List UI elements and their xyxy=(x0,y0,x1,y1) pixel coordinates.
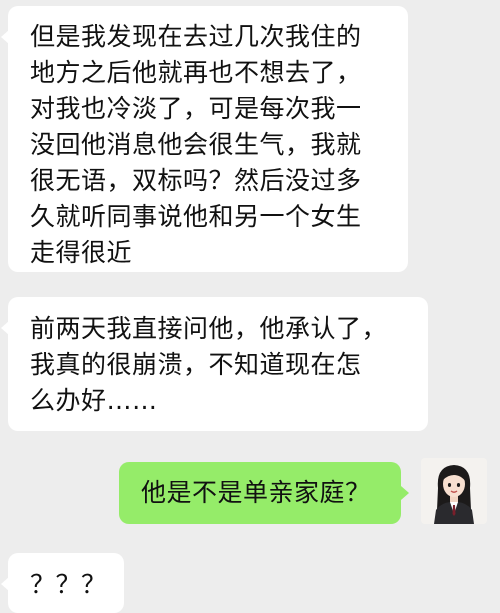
message-text-line: 地方之后他就再也不想去了， xyxy=(30,58,362,87)
message-text-line: 没回他消息他会很生气，我就 xyxy=(30,130,362,159)
message-bubble-received[interactable]: 但是我发现在去过几次我住的 地方之后他就再也不想去了， 对我也冷淡了，可是每次我… xyxy=(1,6,408,272)
message-text-line: 我真的很崩溃，不知道现在怎 xyxy=(30,350,362,379)
message-text-line: 他是不是单亲家庭？ xyxy=(141,478,371,507)
message-text-line: 么办好…… xyxy=(30,386,158,415)
woman-avatar-icon[interactable] xyxy=(421,458,487,524)
avatar-illustration xyxy=(421,458,487,524)
message-text-line: 久就听同事说他和另一个女生 xyxy=(30,202,362,231)
message-bubble-received[interactable]: 前两天我直接问他，他承认了， 我真的很崩溃，不知道现在怎 么办好…… xyxy=(1,297,428,431)
message-text-line: 前两天我直接问他，他承认了， xyxy=(30,314,388,343)
message-text-line: ？？？ xyxy=(30,570,107,599)
message-text-line: 对我也冷淡了，可是每次我一 xyxy=(30,94,362,123)
message-bubble-sent[interactable]: 他是不是单亲家庭？ xyxy=(119,462,409,524)
message-text-line: 走得很近 xyxy=(30,238,133,267)
message-bubble-received[interactable]: ？？？ xyxy=(1,553,124,613)
chat-area: 但是我发现在去过几次我住的 地方之后他就再也不想去了， 对我也冷淡了，可是每次我… xyxy=(0,0,500,613)
message-text-line: 很无语，双标吗？然后没过多 xyxy=(30,166,362,195)
message-text-line: 但是我发现在去过几次我住的 xyxy=(30,22,362,51)
